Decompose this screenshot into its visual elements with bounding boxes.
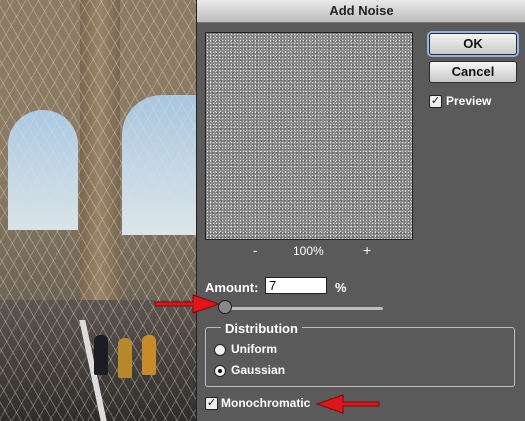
red-arrow-icon [154, 294, 221, 314]
uniform-radio[interactable] [214, 344, 226, 356]
ok-button[interactable]: OK [429, 33, 517, 55]
zoom-level: 100% [293, 244, 324, 258]
gaussian-label: Gaussian [231, 363, 286, 377]
monochromatic-checkbox[interactable]: ✓ [205, 397, 218, 410]
amount-input[interactable] [265, 277, 327, 294]
background-photo [0, 0, 196, 421]
amount-slider-track[interactable] [221, 307, 383, 310]
monochromatic-label: Monochromatic [221, 396, 311, 410]
preview-checkbox[interactable]: ✓ [429, 95, 442, 108]
add-noise-dialog: Add Noise - 100% + OK Cancel ✓ Preview A… [154, 0, 525, 421]
amount-unit: % [335, 280, 347, 295]
distribution-title: Distribution [221, 321, 302, 336]
photo-person [94, 335, 108, 375]
photo-person [142, 335, 156, 375]
red-arrow-icon [315, 394, 380, 414]
zoom-out-button[interactable]: - [253, 242, 258, 258]
cancel-button[interactable]: Cancel [429, 61, 517, 83]
noise-preview-pane[interactable] [205, 32, 413, 240]
distribution-group [205, 327, 515, 387]
gaussian-radio[interactable] [214, 365, 226, 377]
zoom-in-button[interactable]: + [363, 242, 371, 258]
dialog-title: Add Noise [197, 0, 525, 23]
uniform-label: Uniform [231, 342, 277, 356]
photo-person [118, 338, 132, 378]
preview-label: Preview [446, 94, 492, 108]
preview-zoom-controls: - 100% + [205, 242, 411, 260]
